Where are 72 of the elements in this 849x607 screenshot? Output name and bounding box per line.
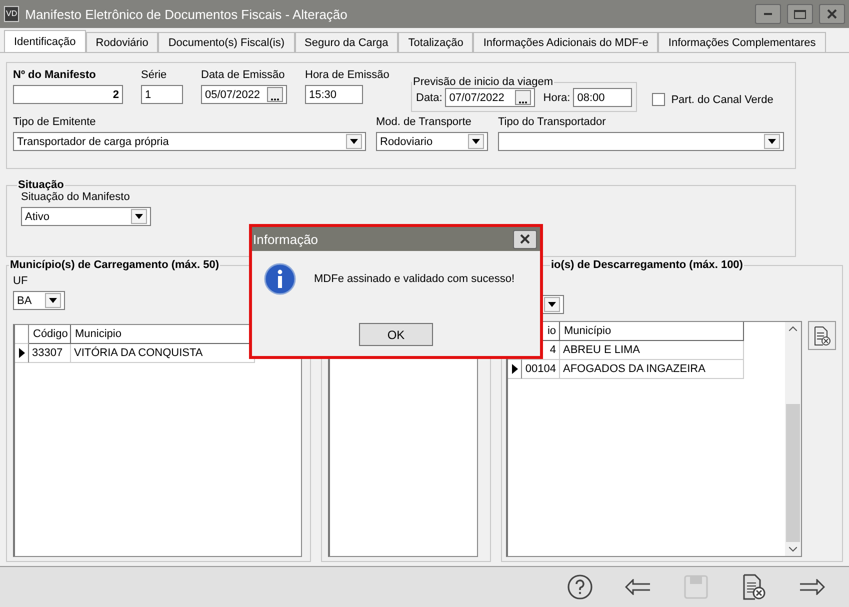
tab[interactable]: Totalização — [398, 32, 474, 52]
minimize-icon — [764, 13, 772, 15]
carrier-type-dropdown[interactable] — [498, 132, 784, 151]
emitter-type-dropdown[interactable]: Transportador de carga própria — [13, 132, 366, 151]
caret-icon — [768, 139, 776, 144]
minimize-button[interactable] — [755, 4, 781, 24]
tab[interactable]: Seguro da Carga — [294, 32, 398, 52]
caret-icon — [548, 302, 556, 307]
caret-icon — [135, 214, 143, 219]
close-icon — [520, 234, 530, 244]
tab[interactable]: Rodoviário — [86, 32, 158, 52]
field-label: Tipo do Transportador — [498, 116, 607, 128]
column-header: Município — [560, 322, 744, 341]
field-label: Hora: — [543, 92, 570, 104]
checkbox-label: Part. do Canal Verde — [671, 94, 774, 106]
field-label: Série — [141, 69, 168, 81]
maximize-icon — [794, 10, 806, 18]
tab[interactable]: Informações Complementares — [658, 32, 826, 52]
ellipsis-icon — [271, 98, 279, 101]
close-button[interactable] — [513, 230, 537, 248]
group-title: io(s) de Descarregamento (máx. 100) — [550, 259, 744, 271]
dialog-message: MDFe assinado e validado com sucesso! — [314, 273, 515, 285]
time-field[interactable]: 08:00 — [573, 88, 632, 107]
field-label: Nº do Manifesto — [13, 69, 97, 81]
help-button[interactable] — [565, 572, 595, 602]
close-icon — [827, 9, 837, 19]
app-logo: VD — [4, 6, 20, 22]
row-pointer-icon — [18, 348, 24, 358]
remove-row-button[interactable] — [808, 321, 836, 350]
caret-icon — [350, 139, 358, 144]
scrollbar[interactable] — [785, 322, 801, 556]
row-indicator[interactable] — [508, 360, 522, 379]
field-label: Tipo de Emitente — [13, 116, 97, 128]
table-cell: AFOGADOS DA INGAZEIRA — [560, 360, 744, 379]
field-label: Data: — [416, 92, 442, 104]
table-cell: ABREU E LIMA — [560, 341, 744, 360]
document-remove-icon — [813, 326, 831, 346]
caret-icon — [472, 139, 480, 144]
date-field[interactable]: 07/07/2022 — [445, 88, 536, 107]
field-label: Situação do Manifesto — [21, 191, 131, 203]
table-cell: 33307 — [29, 344, 71, 363]
group-title: Previsão de inicio da viagem — [412, 76, 554, 88]
caret-icon — [49, 298, 57, 303]
tab[interactable]: Informações Adicionais do MDF-e — [473, 32, 658, 52]
window-title: Manifesto Eletrônico de Documentos Fiscais - Alteração — [25, 6, 348, 22]
date-field[interactable]: 05/07/2022 — [201, 85, 287, 104]
state-dropdown[interactable]: BA — [13, 291, 65, 310]
ok-button[interactable]: OK — [359, 323, 433, 346]
column-header: Código — [29, 325, 71, 344]
group-title: Município(s) de Carregamento (máx. 50) — [9, 259, 220, 271]
status-dropdown[interactable]: Ativo — [21, 207, 151, 226]
tab[interactable]: Identificação — [4, 30, 86, 52]
transport-mode-dropdown[interactable]: Rodoviario — [376, 132, 488, 151]
close-button[interactable] — [819, 4, 845, 24]
scroll-up-icon[interactable] — [789, 326, 797, 331]
field-label: UF — [13, 275, 29, 287]
info-icon — [264, 263, 296, 295]
manifest-number-field[interactable]: 2 — [13, 85, 123, 104]
row-pointer-icon — [512, 364, 518, 374]
row-indicator[interactable] — [15, 344, 29, 363]
series-field[interactable]: 1 — [141, 85, 183, 104]
tab[interactable]: Documento(s) Fiscal(is) — [158, 32, 294, 52]
scroll-down-icon[interactable] — [789, 547, 797, 552]
table-cell: 00104 — [522, 360, 560, 379]
dialog-title: Informação — [253, 232, 318, 246]
time-field[interactable]: 15:30 — [305, 85, 363, 104]
maximize-button[interactable] — [787, 4, 813, 24]
field-label: Data de Emissão — [201, 69, 286, 81]
checkbox[interactable] — [652, 93, 666, 106]
group-title: Situação — [17, 179, 65, 191]
field-label: Mod. de Transporte — [376, 116, 472, 128]
ellipsis-icon — [519, 101, 528, 104]
